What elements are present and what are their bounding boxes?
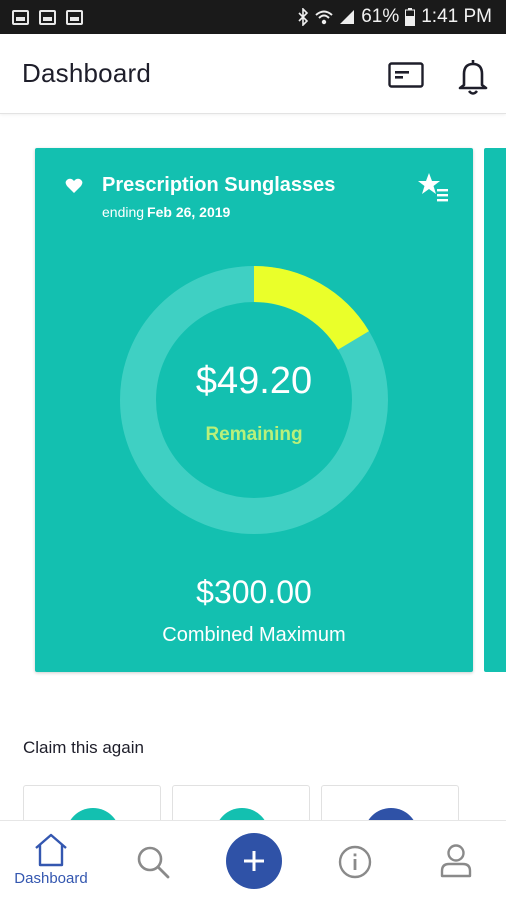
heart-icon bbox=[65, 178, 83, 193]
battery-percent: 61% bbox=[361, 6, 400, 27]
remaining-amount: $49.20 bbox=[195, 360, 313, 402]
bluetooth-icon bbox=[298, 8, 309, 26]
bottom-navigation: Dashboard bbox=[0, 820, 506, 900]
nav-dashboard[interactable]: Dashboard bbox=[8, 821, 94, 900]
battery-icon bbox=[405, 8, 416, 26]
gallery-notification-icon bbox=[12, 9, 29, 25]
nav-info[interactable] bbox=[336, 821, 374, 900]
benefit-card[interactable]: Prescription Sunglasses ending Feb 26, 20… bbox=[35, 148, 473, 672]
search-icon bbox=[137, 846, 170, 879]
clock: 1:41 PM bbox=[421, 6, 492, 27]
claim-again-title: Claim this again bbox=[23, 738, 144, 757]
remaining-label: Remaining bbox=[205, 424, 303, 445]
add-claim-button[interactable] bbox=[226, 833, 282, 889]
maximum-label: Combined Maximum bbox=[162, 624, 346, 646]
bell-icon bbox=[458, 60, 488, 95]
notification-icons bbox=[12, 9, 83, 25]
ending-date: Feb 26, 2019 bbox=[147, 204, 231, 220]
next-benefit-card-peek[interactable] bbox=[484, 148, 506, 672]
page-title: Dashboard bbox=[22, 58, 151, 88]
status-bar: 61% 1:41 PM bbox=[0, 0, 506, 34]
signal-icon bbox=[340, 10, 355, 24]
nav-profile[interactable] bbox=[436, 821, 476, 900]
wifi-icon bbox=[315, 10, 333, 25]
maximum-amount: $300.00 bbox=[196, 574, 312, 610]
benefit-title: Prescription Sunglasses bbox=[102, 174, 336, 196]
system-status: 61% 1:41 PM bbox=[297, 6, 492, 28]
calendar-notification-icon bbox=[66, 9, 83, 25]
id-card-button[interactable] bbox=[388, 62, 424, 88]
favorite-list-icon[interactable] bbox=[417, 172, 451, 202]
benefit-ending: ending Feb 26, 2019 bbox=[102, 204, 230, 220]
ending-prefix: ending bbox=[102, 204, 145, 220]
profile-icon bbox=[440, 844, 472, 878]
id-card-icon bbox=[388, 62, 424, 88]
photo-notification-icon bbox=[39, 9, 56, 25]
nav-search[interactable] bbox=[132, 821, 174, 900]
notifications-button[interactable] bbox=[454, 56, 492, 96]
nav-dashboard-label: Dashboard bbox=[14, 870, 88, 887]
app-bar: Dashboard bbox=[0, 34, 506, 114]
info-icon bbox=[338, 845, 372, 879]
home-icon bbox=[35, 833, 67, 867]
plus-icon bbox=[244, 851, 264, 871]
